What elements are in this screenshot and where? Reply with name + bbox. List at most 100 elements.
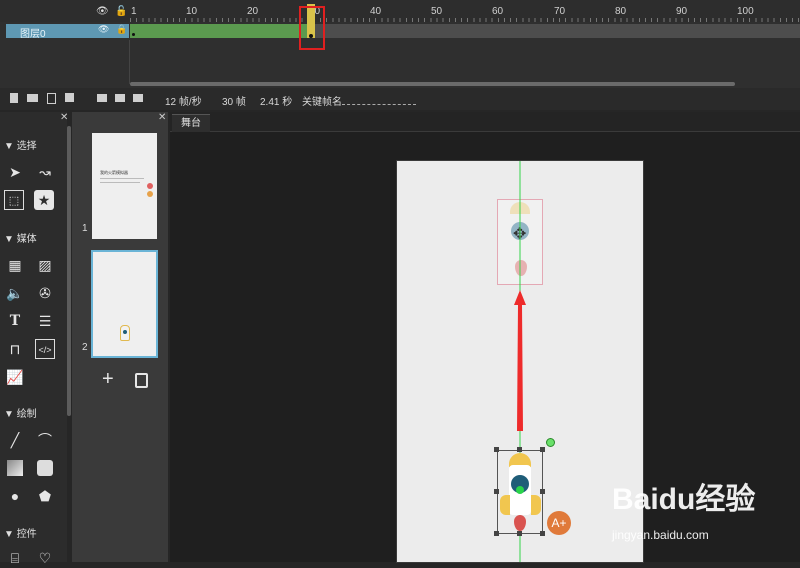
ruler-label: 20 — [247, 6, 259, 17]
keyframe-name-input[interactable] — [342, 104, 416, 105]
film-reel-icon[interactable]: ✇ — [35, 283, 55, 303]
copy-layer-icon[interactable] — [65, 93, 74, 102]
thumb1-title: 我的火箭模拟器 — [100, 170, 128, 175]
page-number-1: 1 — [82, 223, 88, 234]
ruler-label: 10 — [186, 6, 198, 17]
circle-icon[interactable]: ● — [5, 486, 25, 506]
stage-tabbar — [170, 112, 800, 132]
paragraph-icon[interactable]: ☰ — [35, 311, 55, 331]
pages-close-icon[interactable]: ✕ — [158, 112, 166, 123]
handle-bm[interactable] — [517, 531, 522, 536]
timeline-footer: 12 帧/秒 30 帧 2.41 秒 关键帧名 — [0, 88, 800, 110]
subselect-icon[interactable]: ↝ — [35, 162, 55, 182]
ruler-label: 80 — [615, 6, 627, 17]
pivot-point[interactable] — [516, 486, 524, 494]
rocket-fin-right — [531, 495, 541, 515]
tool-panel: ✕ ▼ 选择 ➤ ↝ ⬚ ★ ▼ 媒体 ▦ ▨ 🔈 ✇ T ☰ ⊓ </> 📈 … — [0, 112, 68, 566]
add-animation-icon[interactable]: A+ — [547, 511, 571, 535]
chart-icon[interactable]: 📈 — [5, 367, 25, 387]
keyframe-name-label: 关键帧名 — [302, 97, 342, 108]
timeline-panel: 👁 🔓 1 10 20 30 40 50 60 70 80 90 100 图层0… — [0, 0, 800, 88]
new-layer-icon[interactable] — [10, 93, 18, 103]
transform-icon[interactable]: ⬚ — [4, 190, 24, 210]
ruler-label: 50 — [431, 6, 443, 17]
layer-row[interactable]: 图层0 👁 🔒 — [6, 24, 800, 40]
ruler-label: 70 — [554, 6, 566, 17]
motion-arrow — [514, 290, 526, 431]
code-icon[interactable]: </> — [35, 339, 55, 359]
layer-visible-icon[interactable]: 👁 — [98, 24, 109, 35]
baidu-watermark: Baidu经验 — [612, 483, 756, 516]
sound-icon[interactable]: 🔈 — [5, 283, 25, 303]
tab-stage[interactable]: 舞台 — [172, 114, 210, 132]
text-icon[interactable]: T — [5, 311, 25, 331]
layer-name-cell[interactable]: 图层0 👁 🔒 — [6, 24, 129, 40]
heart-icon[interactable]: ♡ — [35, 548, 55, 568]
keyframe-dot[interactable] — [132, 33, 135, 36]
insert-page-icon[interactable] — [135, 373, 148, 388]
thumb1-dot-red — [147, 183, 153, 189]
eye-icon[interactable]: 👁 — [96, 6, 109, 17]
tween-frames[interactable] — [130, 24, 307, 38]
thumb1-text-line — [100, 178, 144, 179]
ruler-label: 1 — [131, 6, 137, 17]
page-thumb-1[interactable]: 我的火箭模拟器 — [92, 133, 157, 239]
lock-icon[interactable]: 🔓 — [115, 6, 127, 17]
insert-frame-icon[interactable] — [97, 94, 107, 102]
selected-rocket[interactable] — [497, 450, 543, 534]
layer-lock-icon[interactable]: 🔒 — [116, 24, 127, 35]
timeline-scrollbar[interactable] — [130, 82, 735, 86]
insert-keyframe-icon[interactable] — [115, 94, 125, 102]
grid-icon[interactable]: ▦ — [5, 255, 25, 275]
frame-count: 30 帧 — [222, 97, 246, 108]
folder-icon[interactable] — [27, 94, 38, 102]
section-media-heading: ▼ 媒体 — [4, 234, 37, 245]
ruler-label: 60 — [492, 6, 504, 17]
rocket-fin-left — [500, 495, 510, 515]
layer-frames[interactable] — [130, 24, 800, 38]
panel-close-icon[interactable]: ✕ — [60, 112, 68, 123]
rocket-flame — [514, 515, 526, 531]
ruler-label: 40 — [370, 6, 382, 17]
ruler-track[interactable]: 1 10 20 30 40 50 60 70 80 90 100 — [130, 0, 800, 22]
section-controls-heading: ▼ 控件 — [4, 529, 37, 540]
fps-value[interactable]: 12 帧/秒 — [165, 93, 202, 108]
thumb1-text-line — [100, 182, 140, 183]
line-icon[interactable]: ╱ — [5, 430, 25, 450]
page-number-2: 2 — [82, 342, 88, 353]
handle-bl[interactable] — [494, 531, 499, 536]
control-icon[interactable]: ⌸ — [5, 548, 25, 568]
section-draw-heading: ▼ 绘制 — [4, 409, 37, 420]
handle-tr[interactable] — [540, 447, 545, 452]
handle-br[interactable] — [540, 531, 545, 536]
handle-tm[interactable] — [517, 447, 522, 452]
handle-ml[interactable] — [494, 489, 499, 494]
add-page-icon[interactable]: + — [102, 368, 114, 391]
timeline-divider — [129, 40, 130, 84]
stage-canvas[interactable]: ✥ A+ — [397, 161, 643, 562]
section-select-heading: ▼ 选择 — [4, 141, 37, 152]
handle-tl[interactable] — [494, 447, 499, 452]
image-icon[interactable]: ▨ — [35, 255, 55, 275]
rounded-rect-icon[interactable] — [37, 460, 53, 476]
presentation-icon[interactable]: ⊓ — [5, 339, 25, 359]
star-stamp-icon[interactable]: ★ — [34, 190, 54, 210]
curve-icon[interactable]: ⌒ — [35, 430, 55, 450]
gradient-rect-icon[interactable] — [7, 460, 23, 476]
delete-icon[interactable] — [47, 93, 56, 104]
baidu-watermark-url: jingyan.baidu.com — [612, 528, 709, 542]
handle-mr[interactable] — [540, 489, 545, 494]
tool-panel-scrollbar[interactable] — [67, 126, 71, 416]
rotate-handle[interactable] — [546, 438, 555, 447]
duration-value: 2.41 秒 — [260, 97, 293, 108]
timeline-ruler[interactable]: 👁 🔓 1 10 20 30 40 50 60 70 80 90 100 — [0, 0, 800, 22]
pages-panel: ✕ 1 我的火箭模拟器 2 + — [72, 112, 168, 562]
pentagon-icon[interactable]: ⬟ — [35, 486, 55, 506]
page-thumb-2[interactable] — [91, 250, 158, 358]
delete-frame-icon[interactable] — [133, 94, 143, 102]
ruler-label: 100 — [737, 6, 754, 17]
frame-highlight-box — [299, 6, 325, 50]
arrow-select-icon[interactable]: ➤ — [5, 162, 25, 182]
ruler-ticks — [130, 18, 800, 22]
thumb2-rocket-window — [123, 330, 127, 334]
